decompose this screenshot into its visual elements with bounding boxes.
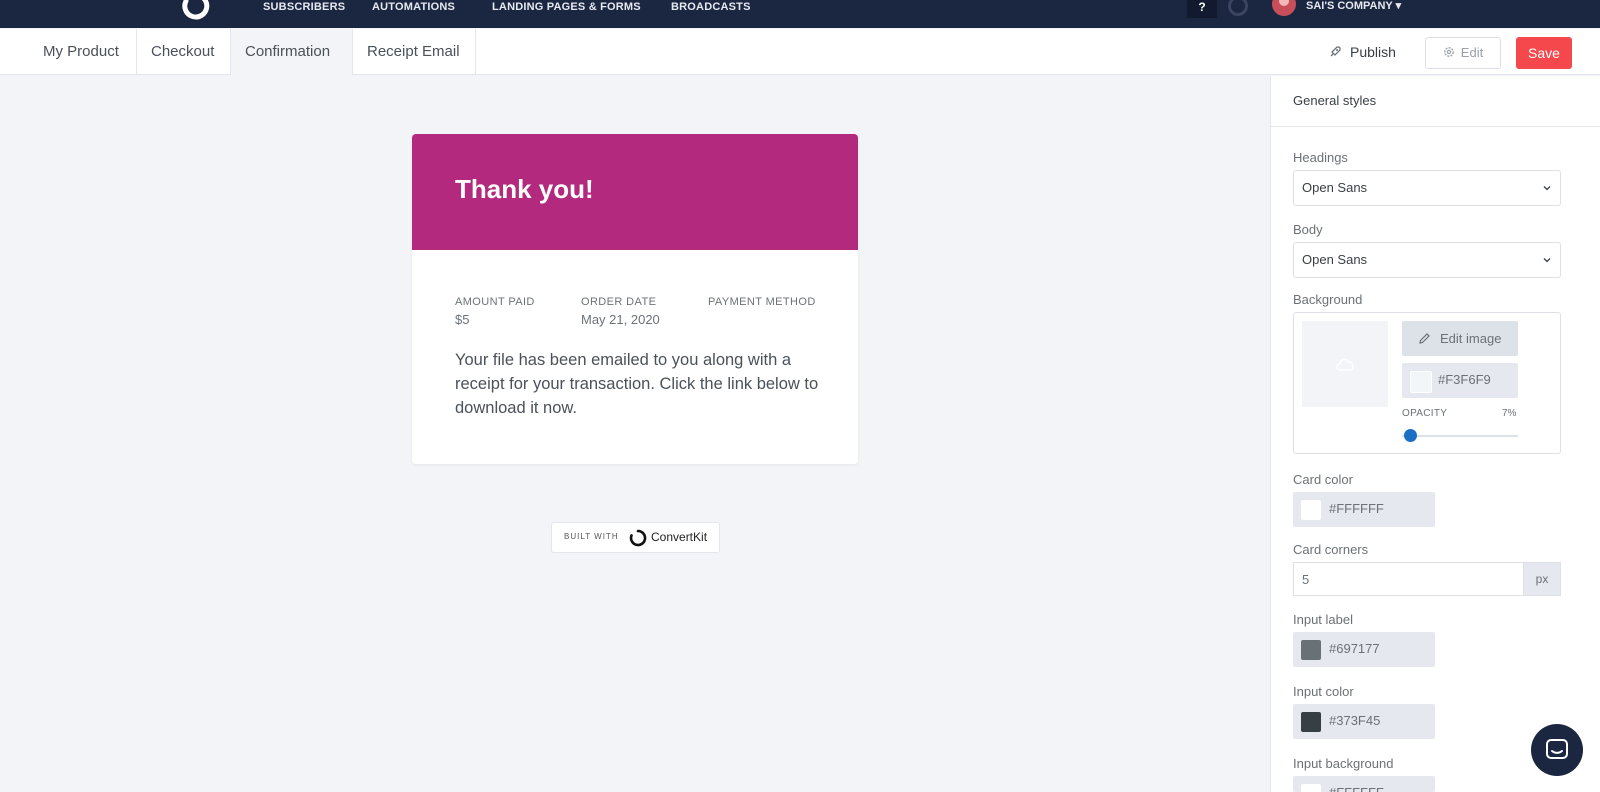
gear-icon (1443, 47, 1454, 57)
headings-font-select[interactable]: Open Sans (1293, 170, 1561, 206)
edit-image-button[interactable]: Edit image (1402, 321, 1518, 356)
input-color-label: Input color (1293, 684, 1354, 699)
card-corners-unit: px (1523, 562, 1561, 596)
tab-checkout[interactable]: Checkout (137, 29, 231, 75)
input-color-swatch (1301, 712, 1321, 732)
brand-name: ConvertKit (651, 530, 708, 544)
order-date-label: ORDER DATE (581, 296, 657, 308)
card-message[interactable]: Your file has been emailed to you along … (455, 348, 825, 420)
top-navigation: SUBSCRIBERS AUTOMATIONS LANDING PAGES & … (0, 0, 1600, 28)
input-label-color-swatch (1301, 640, 1321, 660)
order-date-value: May 21, 2020 (581, 312, 660, 327)
edit-image-label: Edit image (1440, 331, 1502, 346)
background-settings: Edit image #F3F6F9 OPACITY 7% (1293, 312, 1561, 454)
chevron-down-icon: ▾ (1395, 0, 1402, 12)
card-color-value: #FFFFFF (1329, 501, 1384, 516)
card-corners-label: Card corners (1293, 542, 1369, 557)
opacity-slider-handle[interactable] (1403, 429, 1417, 442)
input-color-value: #373F45 (1329, 713, 1381, 728)
input-label-color-value: #697177 (1329, 641, 1380, 656)
convertkit-logo-icon (629, 529, 647, 547)
background-image-thumbnail[interactable] (1302, 321, 1388, 407)
nav-subscribers[interactable]: SUBSCRIBERS (263, 0, 345, 14)
input-color-picker[interactable]: #373F45 (1293, 704, 1435, 739)
save-button[interactable]: Save (1516, 37, 1572, 69)
headings-label: Headings (1293, 150, 1348, 165)
opacity-label: OPACITY (1402, 408, 1448, 419)
cloud-upload-icon (1336, 358, 1354, 371)
card-color-label: Card color (1293, 472, 1353, 487)
input-background-label: Input background (1293, 756, 1394, 771)
confirmation-card: Thank you! AMOUNT PAID $5 ORDER DATE May… (412, 134, 858, 464)
tab-receipt-email[interactable]: Receipt Email (353, 29, 476, 75)
chat-launcher-button[interactable] (1531, 724, 1583, 776)
body-label: Body (1293, 222, 1323, 237)
company-name: SAI'S COMPANY (1306, 0, 1393, 12)
input-label-color-picker[interactable]: #697177 (1293, 632, 1435, 667)
built-with-badge[interactable]: BUILT WITH ConvertKit (551, 522, 720, 553)
edit-label: Edit (1460, 45, 1484, 60)
card-color-picker[interactable]: #FFFFFF (1293, 492, 1435, 527)
body-font-select[interactable]: Open Sans (1293, 242, 1561, 278)
help-button[interactable]: ? (1187, 0, 1217, 18)
pencil-icon (1419, 333, 1430, 344)
input-label-label: Input label (1293, 612, 1353, 627)
input-background-color-picker[interactable]: #FFFFFF (1293, 776, 1435, 792)
nav-automations[interactable]: AUTOMATIONS (372, 0, 455, 14)
body-font-value: Open Sans (1302, 252, 1368, 267)
opacity-slider[interactable] (1402, 429, 1518, 442)
opacity-value: 7% (1502, 408, 1517, 419)
background-label: Background (1293, 292, 1363, 307)
payment-method-label: PAYMENT METHOD (708, 296, 816, 308)
styles-panel: General styles Headings Open Sans Body O… (1270, 76, 1600, 792)
headings-font-value: Open Sans (1302, 180, 1368, 195)
publish-label: Publish (1350, 44, 1396, 60)
chat-icon (1546, 739, 1568, 759)
panel-header: General styles (1271, 76, 1600, 127)
tab-my-product[interactable]: My Product (29, 29, 137, 75)
company-menu[interactable]: SAI'S COMPANY ▾ (1306, 0, 1401, 14)
chevron-down-icon (1543, 186, 1551, 191)
background-color-value: #F3F6F9 (1438, 372, 1491, 387)
card-title[interactable]: Thank you! (455, 174, 594, 205)
avatar[interactable] (1272, 0, 1296, 16)
card-corners-input[interactable]: 5 (1293, 562, 1523, 596)
convertkit-logo-icon[interactable] (182, 0, 210, 20)
background-color-picker[interactable]: #F3F6F9 (1402, 363, 1518, 398)
card-color-swatch (1301, 500, 1321, 520)
built-with-label: BUILT WITH (564, 532, 619, 541)
edit-button[interactable]: Edit (1425, 37, 1501, 69)
amount-paid-value: $5 (455, 312, 470, 327)
rocket-icon (1330, 46, 1341, 57)
background-color-swatch (1410, 371, 1432, 393)
tab-confirmation[interactable]: Confirmation (231, 29, 353, 75)
nav-landing-pages-forms[interactable]: LANDING PAGES & FORMS (492, 0, 641, 14)
chevron-down-icon (1543, 258, 1551, 263)
panel-title: General styles (1293, 93, 1377, 108)
editor-toolbar: My Product Checkout Confirmation Receipt… (0, 29, 1600, 75)
publish-button[interactable]: Publish (1328, 29, 1396, 75)
nav-broadcasts[interactable]: BROADCASTS (671, 0, 751, 14)
input-background-color-value: #FFFFFF (1329, 785, 1384, 792)
amount-paid-label: AMOUNT PAID (455, 296, 535, 308)
input-background-color-swatch (1301, 784, 1321, 792)
card-corners-value: 5 (1302, 572, 1310, 587)
card-header: Thank you! (412, 134, 858, 250)
status-ring-icon[interactable] (1228, 0, 1248, 16)
